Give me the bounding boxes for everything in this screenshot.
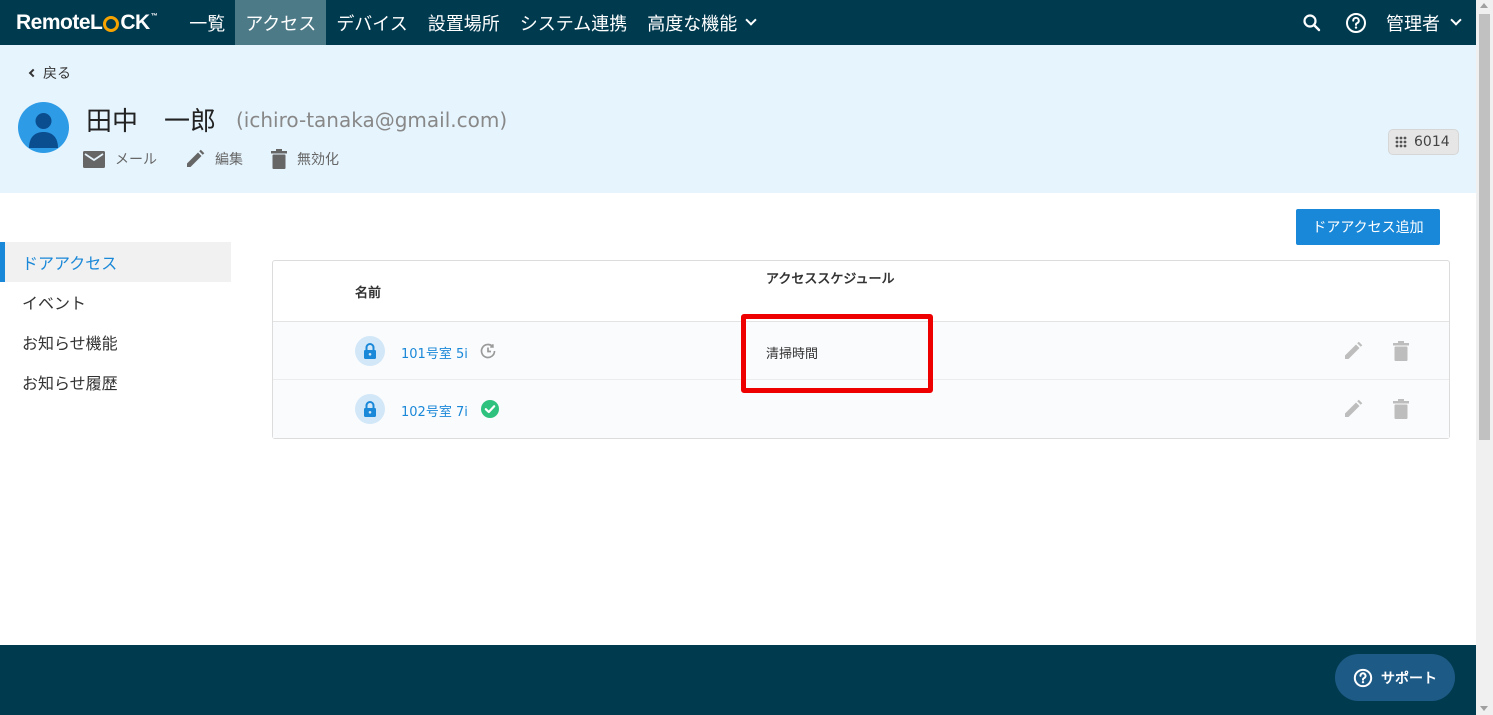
pencil-icon: [187, 149, 205, 167]
main-nav: 一覧 アクセス デバイス 設置場所 システム連携 高度な機能: [179, 0, 765, 45]
chevron-down-icon: [745, 13, 757, 26]
add-door-access-button[interactable]: ドアアクセス追加: [1296, 209, 1440, 245]
top-navigation-bar: RemoteL CK ™ 一覧 アクセス デバイス 設置場所 システム連携 高度な機…: [0, 0, 1476, 45]
sidebar-item-label: お知らせ履歴: [22, 374, 118, 393]
sidebar-item-door-access[interactable]: ドアアクセス: [0, 242, 231, 282]
edit-row-button[interactable]: [1343, 399, 1363, 423]
clock-icon: [479, 342, 497, 360]
nav-item-label: デバイス: [336, 13, 408, 35]
support-button[interactable]: サポート: [1335, 654, 1455, 701]
user-header: 戻る 田中 一郎 (ichiro-tanaka@gmail.com) メール 編…: [0, 45, 1476, 193]
delete-row-button[interactable]: [1393, 341, 1409, 365]
admin-menu[interactable]: 管理者: [1386, 10, 1462, 36]
footer: [0, 645, 1476, 715]
sidebar: ドアアクセス イベント お知らせ機能 お知らせ履歴: [0, 242, 231, 402]
logo-text-suffix: CK: [120, 10, 150, 34]
delete-row-button[interactable]: [1393, 399, 1409, 423]
nav-item-list[interactable]: 一覧: [179, 0, 235, 45]
door-link[interactable]: 102号室 7i: [401, 401, 468, 420]
nav-item-label: 高度な機能: [647, 13, 738, 35]
nav-item-access[interactable]: アクセス: [235, 0, 327, 45]
column-header-name[interactable]: 名前: [355, 282, 381, 301]
sidebar-item-label: お知らせ機能: [22, 334, 118, 353]
vertical-scrollbar[interactable]: [1476, 0, 1493, 715]
trash-icon: [271, 149, 287, 169]
search-icon[interactable]: [1300, 11, 1324, 35]
user-name: 田中 一郎: [86, 107, 217, 137]
edit-button[interactable]: 編集: [185, 149, 243, 169]
scroll-up-arrow-icon[interactable]: [1480, 3, 1488, 8]
topbar-right-group: 管理者: [1286, 0, 1476, 45]
nav-item-integrations[interactable]: システム連携: [510, 0, 637, 45]
admin-label: 管理者: [1386, 13, 1440, 35]
logo-tm: ™: [150, 13, 158, 20]
door-link[interactable]: 101号室 5i: [401, 343, 468, 362]
disable-button[interactable]: 無効化: [271, 149, 339, 169]
column-header-schedule[interactable]: アクセススケジュール: [766, 267, 896, 292]
logo-text: RemoteL: [16, 10, 103, 34]
sidebar-item-notification-history[interactable]: お知らせ履歴: [0, 362, 231, 402]
avatar: [18, 102, 69, 153]
nav-item-advanced[interactable]: 高度な機能: [637, 0, 765, 45]
pencil-icon: [1345, 399, 1363, 417]
scroll-down-arrow-icon[interactable]: [1480, 706, 1488, 711]
check-circle-icon: [481, 400, 499, 418]
pin-value: 6014: [1414, 134, 1450, 150]
disable-label: 無効化: [297, 152, 339, 168]
nav-item-label: アクセス: [245, 13, 317, 35]
nav-item-label: 一覧: [189, 13, 226, 35]
scrollbar-thumb[interactable]: [1479, 14, 1490, 440]
edit-label: 編集: [215, 152, 243, 168]
nav-item-label: システム連携: [519, 13, 628, 35]
lock-icon: [355, 394, 385, 424]
table-header: 名前 アクセススケジュール: [273, 261, 1449, 322]
pin-badge: 6014: [1388, 129, 1459, 155]
back-label: 戻る: [43, 66, 71, 82]
trash-icon: [1393, 399, 1409, 419]
edit-row-button[interactable]: [1343, 341, 1363, 365]
help-icon[interactable]: [1344, 11, 1368, 35]
chevron-left-icon: [28, 68, 38, 78]
nav-item-devices[interactable]: デバイス: [326, 0, 417, 45]
lock-icon: [355, 336, 385, 366]
sidebar-item-notifications[interactable]: お知らせ機能: [0, 322, 231, 362]
mail-icon: [83, 150, 105, 168]
logo-o-ring-icon: [103, 15, 120, 32]
chevron-down-icon: [1450, 13, 1462, 26]
mail-label: メール: [115, 152, 157, 168]
support-label: サポート: [1381, 670, 1437, 687]
sidebar-item-label: ドアアクセス: [22, 254, 118, 273]
highlight-box: [741, 314, 933, 393]
nav-item-locations[interactable]: 設置場所: [418, 0, 510, 45]
sidebar-item-events[interactable]: イベント: [0, 282, 231, 322]
remotelock-logo[interactable]: RemoteL CK ™: [16, 0, 158, 45]
mail-button[interactable]: メール: [83, 149, 157, 169]
help-icon: [1353, 668, 1373, 687]
back-link[interactable]: 戻る: [28, 63, 71, 83]
user-actions: メール 編集 無効化: [83, 149, 367, 169]
user-email: (ichiro-tanaka@gmail.com): [236, 108, 508, 132]
keypad-icon: [1395, 136, 1407, 148]
sidebar-item-label: イベント: [22, 294, 87, 313]
trash-icon: [1393, 341, 1409, 361]
pencil-icon: [1345, 341, 1363, 359]
nav-item-label: 設置場所: [427, 13, 500, 35]
